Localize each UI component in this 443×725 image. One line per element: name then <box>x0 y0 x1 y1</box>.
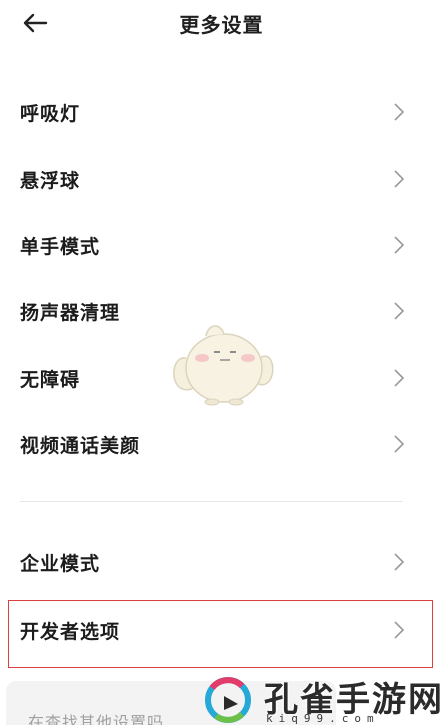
watermark-url: kiq99.com <box>266 712 380 725</box>
row-label: 扬声器清理 <box>20 301 121 324</box>
row-label: 呼吸灯 <box>20 102 81 125</box>
mascot-watermark-icon <box>173 325 274 406</box>
row-label: 单手模式 <box>20 235 101 258</box>
row-label: 视频通话美颜 <box>20 434 141 457</box>
row-video-call-beauty[interactable]: 视频通话美颜 <box>0 414 443 474</box>
row-label: 悬浮球 <box>20 169 81 192</box>
search-hint-text: 在查找其他设置吗 <box>28 713 165 725</box>
chevron-right-icon <box>394 553 405 571</box>
row-label: 无障碍 <box>20 368 81 391</box>
chevron-right-icon <box>394 621 405 639</box>
row-one-hand-mode[interactable]: 单手模式 <box>0 215 443 275</box>
section-divider <box>20 501 403 502</box>
header: 更多设置 <box>0 0 443 46</box>
row-label: 企业模式 <box>20 552 101 575</box>
row-enterprise-mode[interactable]: 企业模式 <box>0 532 443 592</box>
row-developer-options[interactable]: 开发者选项 <box>0 600 443 660</box>
settings-screen: 更多设置 呼吸灯 悬浮球 单手模式 扬声器清理 无障碍 视频通话美颜 企业模式 … <box>0 0 443 725</box>
page-title: 更多设置 <box>179 13 264 37</box>
chevron-right-icon <box>394 170 405 188</box>
peacock-logo-icon <box>205 677 251 723</box>
row-breathing-light[interactable]: 呼吸灯 <box>0 82 443 142</box>
chevron-right-icon <box>394 236 405 254</box>
chevron-right-icon <box>394 369 405 387</box>
row-floating-ball[interactable]: 悬浮球 <box>0 149 443 209</box>
chevron-right-icon <box>394 435 405 453</box>
row-label: 开发者选项 <box>20 620 121 643</box>
site-watermark: 孔雀手游网 kiq99.com <box>194 668 443 725</box>
chevron-right-icon <box>394 103 405 121</box>
chevron-right-icon <box>394 302 405 320</box>
